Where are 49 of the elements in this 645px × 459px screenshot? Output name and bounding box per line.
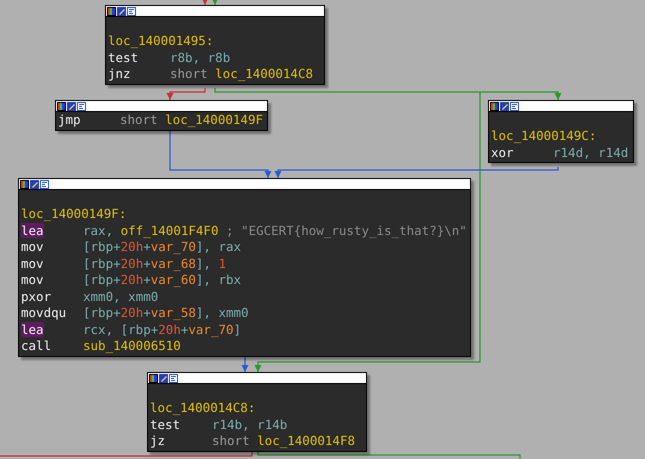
code-label: loc_14000149C: [491, 128, 596, 144]
operands: short loc_14000149F [120, 112, 263, 128]
graph-icon[interactable] [169, 374, 178, 382]
pencil-icon[interactable] [117, 6, 126, 16]
operands: [rbp+20h+var_68], 1 [83, 256, 226, 272]
mnemonic: jz [150, 433, 166, 448]
mnemonic: lea [21, 322, 44, 336]
operands: r14d, r14d [553, 144, 628, 161]
graph-icon[interactable] [40, 180, 49, 188]
operands: r8b, r8b [170, 50, 230, 66]
code-label: loc_14000149F: [21, 206, 126, 222]
graph-icon[interactable] [127, 6, 136, 16]
operands: short loc_1400014F8 [212, 433, 355, 450]
palette-icon[interactable] [57, 102, 66, 110]
flow-arrow [166, 88, 206, 100]
pencil-icon[interactable] [500, 102, 509, 110]
operands: [rbp+20h+var_58], xmm0 [83, 305, 249, 322]
operands: sub_140006510 [83, 338, 181, 354]
mnemonic: jnz [108, 66, 131, 81]
graph-icon[interactable] [510, 102, 519, 110]
operands: rax, off_14001F4F0 ; "EGCERT{how_rusty_is_that?}\n" [83, 222, 467, 239]
palette-icon[interactable] [20, 180, 29, 188]
mnemonic: mov [21, 272, 44, 287]
pencil-icon[interactable] [159, 374, 168, 382]
mnemonic: jmp [58, 112, 81, 127]
operands: [rbp+20h+var_70], rax [83, 239, 242, 256]
mnemonic: call [21, 338, 52, 353]
operands: [rbp+20h+var_60], rbx [83, 272, 242, 288]
mnemonic: lea [21, 222, 44, 238]
operands: xmm0, xmm0 [83, 288, 158, 305]
graph-icon[interactable] [77, 102, 86, 110]
mnemonic: mov [21, 256, 44, 270]
mnemonic: test [108, 50, 138, 64]
palette-icon[interactable] [107, 6, 116, 16]
pencil-icon[interactable] [67, 102, 76, 110]
mnemonic: mov [21, 239, 44, 254]
operands: short loc_1400014C8 [170, 66, 313, 82]
code-label: loc_1400014C8: [150, 400, 256, 416]
operands: rcx, [rbp+20h+var_70] [83, 322, 242, 338]
palette-icon[interactable] [149, 374, 158, 382]
pencil-icon[interactable] [30, 180, 39, 188]
mnemonic: xor [491, 144, 514, 160]
code-label: loc_140001495: [108, 33, 214, 50]
operands: r14b, r14b [212, 416, 288, 433]
mnemonic: test [150, 416, 180, 432]
palette-icon[interactable] [490, 102, 499, 110]
flow-arrow [242, 356, 248, 372]
mnemonic: movdqu [21, 305, 66, 320]
mnemonic: pxor [21, 288, 52, 304]
